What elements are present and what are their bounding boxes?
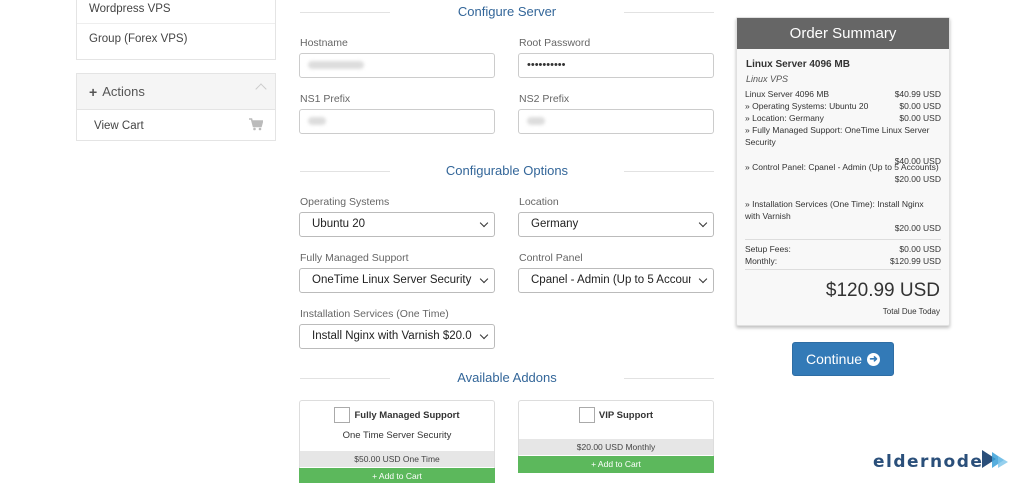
summary-divider xyxy=(745,269,941,270)
managed-support-selected-value: OneTime Linux Server Security $ xyxy=(312,274,472,286)
summary-product-group: Linux VPS xyxy=(746,74,789,84)
sidebar-category-list: Wordpress VPS Group (Forex VPS) xyxy=(76,0,276,60)
summary-line-amount: $20.00 USD xyxy=(894,223,941,233)
redacted-hostname xyxy=(308,61,364,69)
summary-line: Linux Server 4096 MB $40.99 USD xyxy=(745,88,941,100)
addon-price: $50.00 USD One Time xyxy=(300,451,494,467)
addon-price: $20.00 USD Monthly xyxy=(519,439,713,455)
redacted-ns1 xyxy=(308,117,326,125)
sidebar-item-forex-vps[interactable]: Group (Forex VPS) xyxy=(77,24,275,54)
monthly-label: Monthly: xyxy=(745,256,778,266)
ns1-prefix-input[interactable] xyxy=(299,109,495,134)
add-to-cart-button[interactable]: + Add to Cart xyxy=(518,456,714,473)
summary-line: » Installation Services (One Time): Inst… xyxy=(745,198,941,234)
sidebar-item-wordpress-vps[interactable]: Wordpress VPS xyxy=(77,0,275,24)
summary-line: » Operating Systems: Ubuntu 20 $0.00 USD xyxy=(745,100,941,112)
summary-product-name: Linux Server 4096 MB xyxy=(746,59,850,70)
installation-services-label: Installation Services (One Time) xyxy=(300,308,449,320)
summary-line-label: » Operating Systems: Ubuntu 20 xyxy=(745,101,869,111)
ns2-prefix-label: NS2 Prefix xyxy=(519,93,570,105)
shopping-cart-icon xyxy=(249,118,263,131)
hostname-input[interactable] xyxy=(299,53,495,78)
view-cart-link[interactable]: View Cart xyxy=(77,110,275,141)
location-label: Location xyxy=(519,196,559,208)
summary-line-label: » Installation Services (One Time): Inst… xyxy=(745,199,924,221)
add-to-cart-button[interactable]: + Add to Cart xyxy=(299,468,495,483)
addon-card-managed-support[interactable]: Fully Managed Support One Time Server Se… xyxy=(299,400,495,483)
control-panel-select[interactable]: Cpanel - Admin (Up to 5 Accoun xyxy=(518,268,714,293)
actions-header[interactable]: + Actions xyxy=(77,74,275,110)
continue-label: Continue xyxy=(805,351,863,367)
actions-title: Actions xyxy=(102,84,145,99)
addon-checkbox[interactable] xyxy=(334,407,351,423)
os-label: Operating Systems xyxy=(300,196,390,208)
summary-line-label: » Location: Germany xyxy=(745,113,824,123)
redacted-ns2 xyxy=(527,117,545,125)
summary-divider xyxy=(745,239,941,240)
chevron-down-icon xyxy=(698,218,708,228)
ns1-prefix-label: NS1 Prefix xyxy=(300,93,351,105)
summary-line-amount: $0.00 USD xyxy=(899,101,941,111)
installation-services-select[interactable]: Install Nginx with Varnish $20.0( xyxy=(299,324,495,349)
setup-fees-amount: $0.00 USD xyxy=(899,244,941,254)
view-cart-label: View Cart xyxy=(94,119,144,132)
chevron-down-icon xyxy=(479,330,489,340)
ns2-prefix-input[interactable] xyxy=(518,109,714,134)
order-summary-title: Order Summary xyxy=(737,18,949,49)
summary-line-label: Linux Server 4096 MB xyxy=(745,89,830,99)
chevron-down-icon xyxy=(479,274,489,284)
chevron-down-icon xyxy=(479,218,489,228)
summary-line: » Location: Germany $0.00 USD xyxy=(745,112,941,124)
summary-line-label: » Fully Managed Support: OneTime Linux S… xyxy=(745,125,930,147)
location-selected-value: Germany xyxy=(531,218,579,230)
addon-card-vip-support[interactable]: VIP Support $20.00 USD Monthly + Add to … xyxy=(518,400,714,473)
continue-button[interactable]: Continue ➜ xyxy=(792,342,894,376)
plus-icon: + xyxy=(89,83,98,100)
root-password-label: Root Password xyxy=(519,37,591,49)
addon-description: One Time Server Security xyxy=(342,430,452,441)
hostname-label: Hostname xyxy=(300,37,348,49)
total-due-amount: $120.99 USD xyxy=(825,280,940,301)
available-addons-heading: Available Addons xyxy=(300,370,714,385)
summary-line-label: » Control Panel: Cpanel - Admin (Up to 5… xyxy=(745,162,939,172)
os-selected-value: Ubuntu 20 xyxy=(312,218,366,230)
monthly-amount: $120.99 USD xyxy=(889,256,941,266)
monthly-row: Monthly: $120.99 USD xyxy=(745,255,941,267)
managed-support-label: Fully Managed Support xyxy=(300,252,409,264)
control-panel-selected-value: Cpanel - Admin (Up to 5 Accoun xyxy=(531,274,691,286)
installation-services-selected-value: Install Nginx with Varnish $20.0( xyxy=(312,330,472,342)
location-select[interactable]: Germany xyxy=(518,212,714,237)
eldernode-logo: eldernode xyxy=(873,452,984,472)
chevron-up-icon[interactable] xyxy=(255,83,267,95)
total-due-label: Total Due Today xyxy=(882,307,940,316)
sidebar-actions-panel: + Actions View Cart xyxy=(76,73,276,141)
summary-line-amount: $20.00 USD xyxy=(894,174,941,184)
configurable-options-heading: Configurable Options xyxy=(300,163,714,178)
managed-support-select[interactable]: OneTime Linux Server Security $ xyxy=(299,268,495,293)
control-panel-label: Control Panel xyxy=(519,252,583,264)
summary-line-amount: $0.00 USD xyxy=(899,113,941,123)
os-select[interactable]: Ubuntu 20 xyxy=(299,212,495,237)
root-password-input[interactable]: •••••••••• xyxy=(518,53,714,78)
addon-name: VIP Support xyxy=(598,409,654,421)
logo-play-icon xyxy=(982,450,1008,468)
summary-line: » Control Panel: Cpanel - Admin (Up to 5… xyxy=(745,161,941,185)
arrow-right-circle-icon: ➜ xyxy=(867,352,881,366)
configure-server-heading: Configure Server xyxy=(300,4,714,19)
setup-fees-label: Setup Fees: xyxy=(745,244,791,254)
addon-checkbox[interactable] xyxy=(578,407,595,423)
addon-name: Fully Managed Support xyxy=(354,409,460,421)
order-summary-panel: Order Summary Linux Server 4096 MB Linux… xyxy=(736,17,950,326)
summary-line-amount: $40.99 USD xyxy=(894,89,941,99)
chevron-down-icon xyxy=(698,274,708,284)
setup-fees-row: Setup Fees: $0.00 USD xyxy=(745,243,941,255)
